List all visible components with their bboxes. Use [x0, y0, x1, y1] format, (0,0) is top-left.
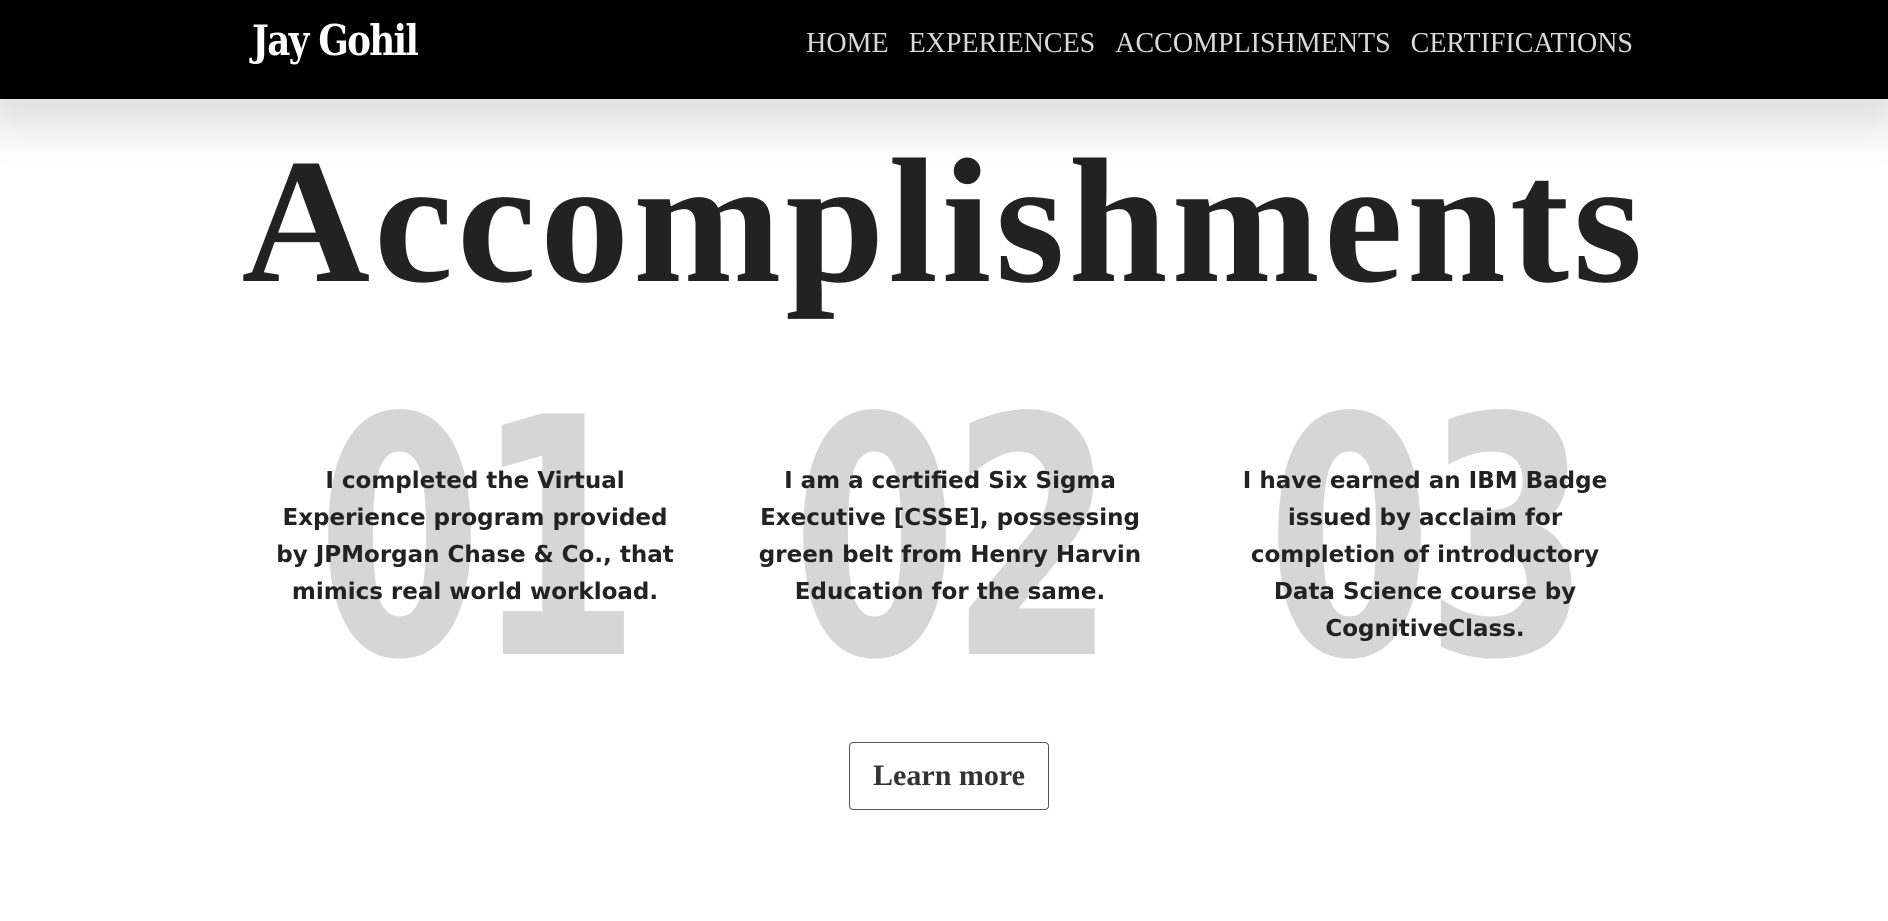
nav-link-accomplishments[interactable]: ACCOMPLISHMENTS — [1115, 28, 1390, 60]
learn-more-button[interactable]: Learn more — [849, 742, 1049, 810]
accomplishment-item: 03 I have earned an IBM Badge issued by … — [1205, 375, 1645, 705]
nav-link-experiences[interactable]: EXPERIENCES — [909, 28, 1096, 60]
item-description: I completed the Virtual Experience progr… — [276, 468, 674, 605]
accomplishment-item: 02 I am a certified Six Sigma Executive … — [730, 375, 1170, 705]
item-description: I have earned an IBM Badge issued by acc… — [1242, 468, 1608, 642]
brand-logo[interactable]: Jay Gohil — [252, 16, 419, 65]
page-title: Accomplishments — [241, 122, 1647, 320]
nav-link-certifications[interactable]: CERTIFICATIONS — [1411, 28, 1633, 60]
accomplishments-list: 01 I completed the Virtual Experience pr… — [0, 375, 1888, 705]
top-navbar: Jay Gohil HOME EXPERIENCES ACCOMPLISHMEN… — [0, 0, 1888, 99]
nav-link-home[interactable]: HOME — [806, 28, 888, 60]
item-description: I am a certified Six Sigma Executive [CS… — [758, 468, 1142, 605]
accomplishment-item: 01 I completed the Virtual Experience pr… — [255, 375, 695, 705]
nav-links: HOME EXPERIENCES ACCOMPLISHMENTS CERTIFI… — [806, 28, 1633, 60]
